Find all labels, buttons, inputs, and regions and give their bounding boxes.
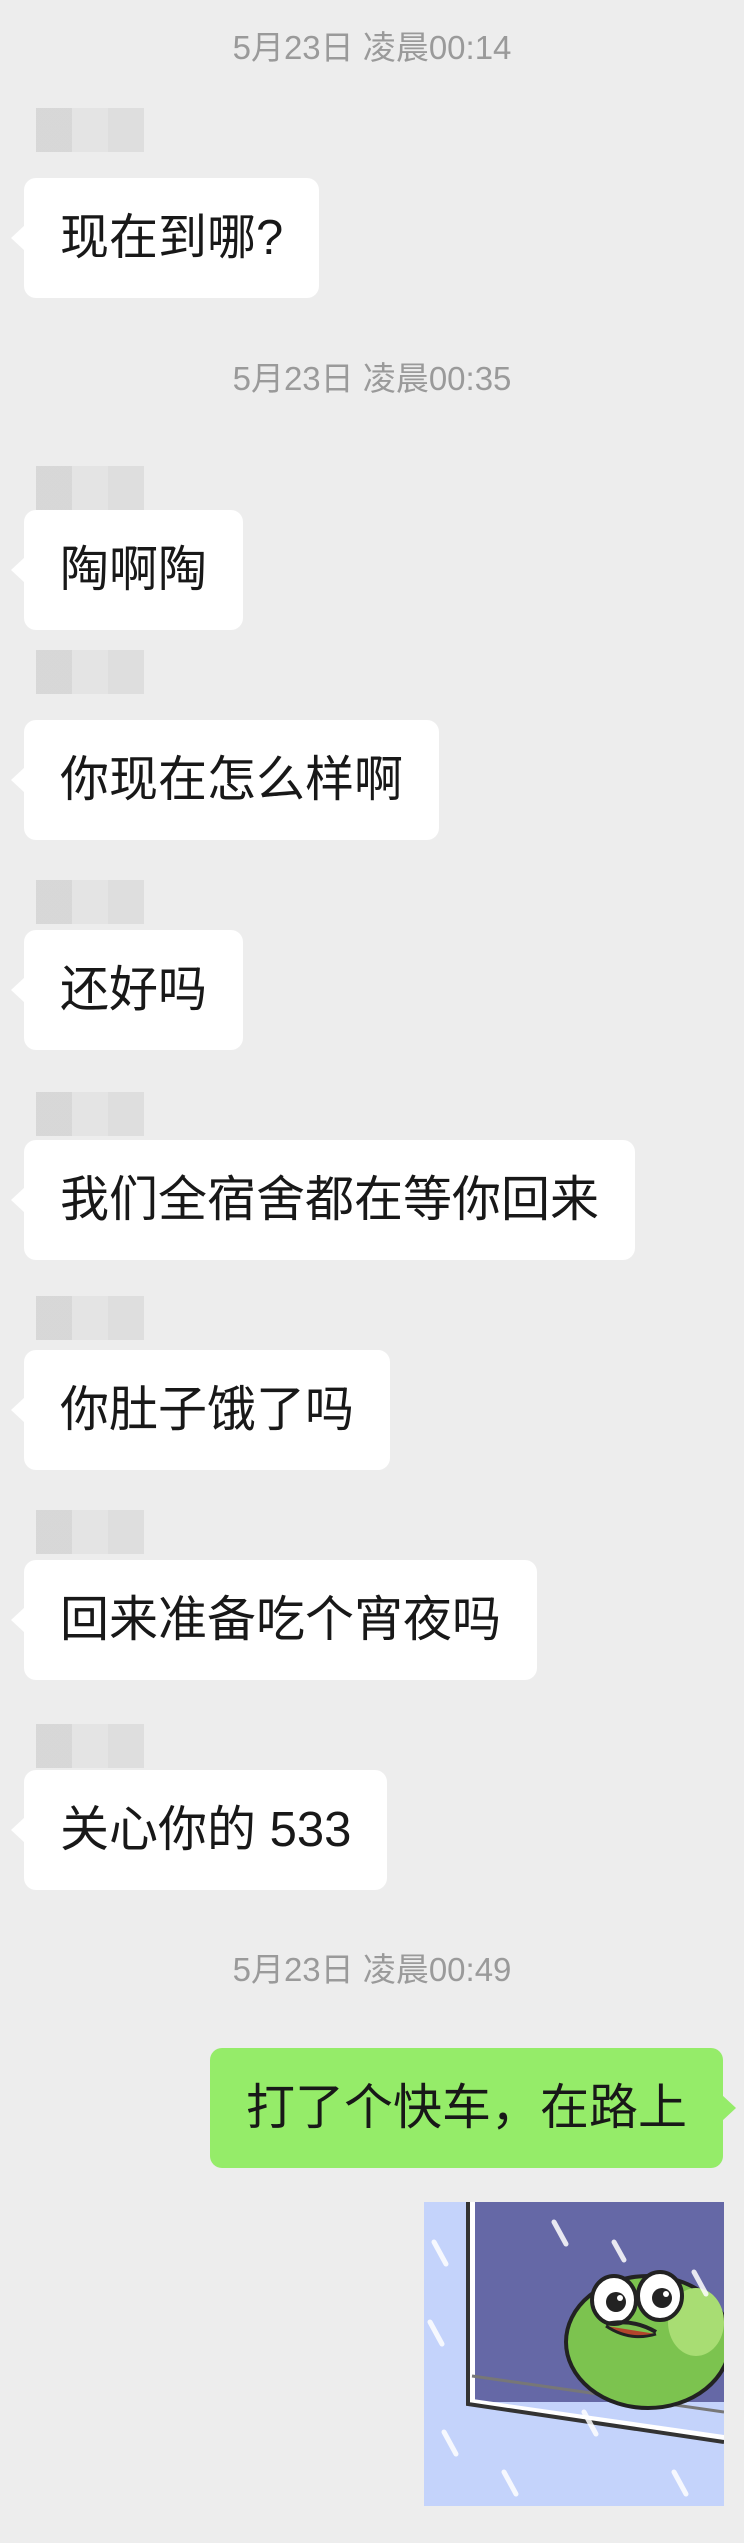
frog-at-window-sticker [424, 2202, 732, 2506]
blurred-avatar [36, 466, 144, 510]
message-bubble-incoming[interactable]: 我们全宿舍都在等你回来 [10, 1140, 636, 1260]
message-bubble-incoming[interactable]: 关心你的 533 [10, 1770, 388, 1890]
blurred-avatar [36, 1092, 144, 1136]
blurred-avatar [36, 1510, 144, 1554]
message-bubble-incoming[interactable]: 回来准备吃个宵夜吗 [10, 1560, 538, 1680]
chat-area[interactable]: 5月23日 凌晨00:14 现在到哪? 5月23日 凌晨00:35 陶啊陶 你现… [0, 0, 744, 2543]
message-bubble-incoming[interactable]: 还好吗 [10, 930, 244, 1050]
blurred-avatar [36, 108, 144, 152]
blurred-avatar [36, 880, 144, 924]
blurred-avatar [36, 650, 144, 694]
sticker-message[interactable] [424, 2202, 732, 2506]
message-bubble-incoming[interactable]: 你肚子饿了吗 [10, 1350, 391, 1470]
timestamp: 5月23日 凌晨00:49 [232, 1951, 512, 1988]
message-bubble-incoming[interactable]: 现在到哪? [10, 178, 320, 298]
blurred-avatar [36, 1296, 144, 1340]
timestamp: 5月23日 凌晨00:35 [232, 360, 512, 397]
timestamp: 5月23日 凌晨00:14 [232, 29, 512, 66]
message-bubble-outgoing[interactable]: 打了个快车，在路上 [209, 2048, 737, 2168]
message-bubble-incoming[interactable]: 你现在怎么样啊 [10, 720, 440, 840]
message-bubble-incoming[interactable]: 陶啊陶 [10, 510, 244, 630]
blurred-avatar [36, 1724, 144, 1768]
